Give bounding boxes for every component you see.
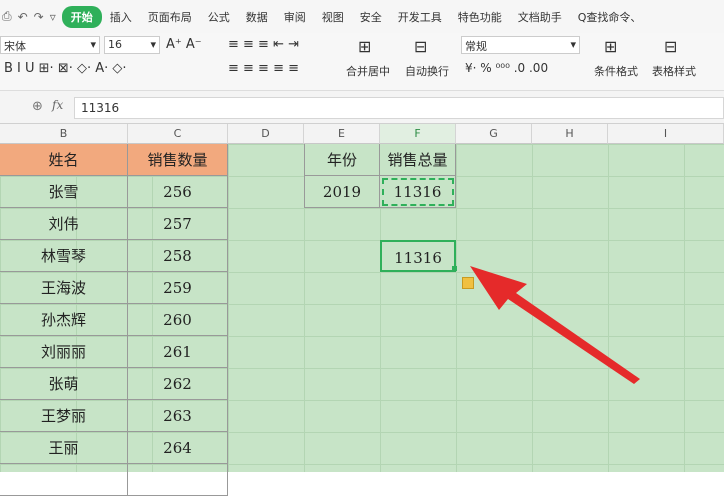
red-arrow <box>470 266 640 384</box>
annotation-arrow <box>470 266 640 384</box>
